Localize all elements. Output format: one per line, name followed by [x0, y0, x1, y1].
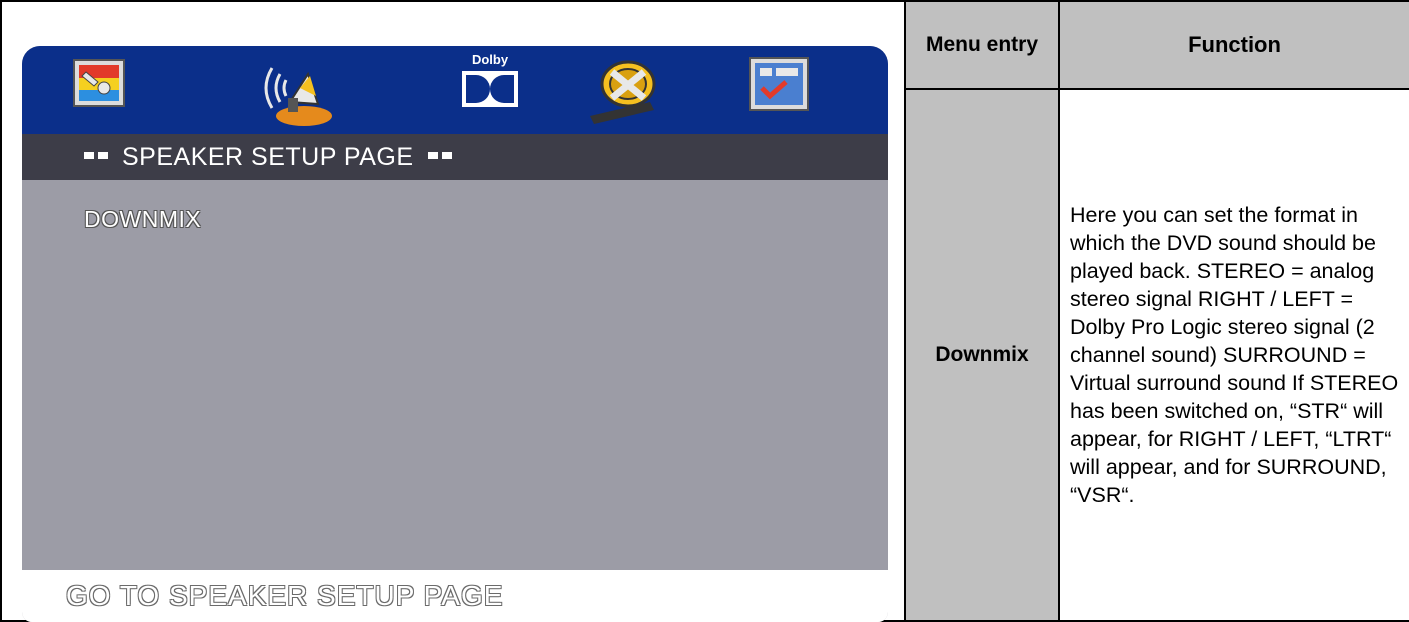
dash-marker — [441, 152, 452, 160]
osd-icon-bar: Dolby — [22, 46, 888, 134]
dolby-label: Dolby — [471, 52, 509, 67]
menu-item-downmix[interactable]: DOWNMIX — [84, 206, 201, 233]
dash-marker — [98, 152, 108, 160]
general-setup-icon[interactable] — [70, 54, 130, 114]
entry-downmix: Downmix — [904, 88, 1060, 622]
header-function: Function — [1058, 0, 1409, 90]
osd-screen: Dolby SPEAKER SETUP PAGE DOWNMIX GO TO S… — [22, 46, 888, 622]
dash-marker — [84, 152, 94, 160]
page-title: SPEAKER SETUP PAGE — [122, 143, 414, 171]
manual-table: Dolby SPEAKER SETUP PAGE DOWNMIX GO TO S… — [0, 0, 1409, 622]
speaker-setup-icon[interactable] — [260, 54, 340, 130]
preference-icon[interactable] — [746, 54, 812, 116]
page-title-bar: SPEAKER SETUP PAGE — [22, 134, 888, 180]
header-menu-entry: Menu entry — [904, 0, 1060, 90]
footer-status: GO TO SPEAKER SETUP PAGE — [22, 570, 888, 622]
dash-marker — [427, 152, 438, 160]
video-setup-icon[interactable] — [582, 52, 668, 132]
screenshot-cell: Dolby SPEAKER SETUP PAGE DOWNMIX GO TO S… — [0, 0, 906, 622]
double-d-icon — [462, 71, 518, 107]
function-description: Here you can set the format in which the… — [1058, 88, 1409, 622]
dolby-setup-icon[interactable]: Dolby — [460, 52, 520, 116]
